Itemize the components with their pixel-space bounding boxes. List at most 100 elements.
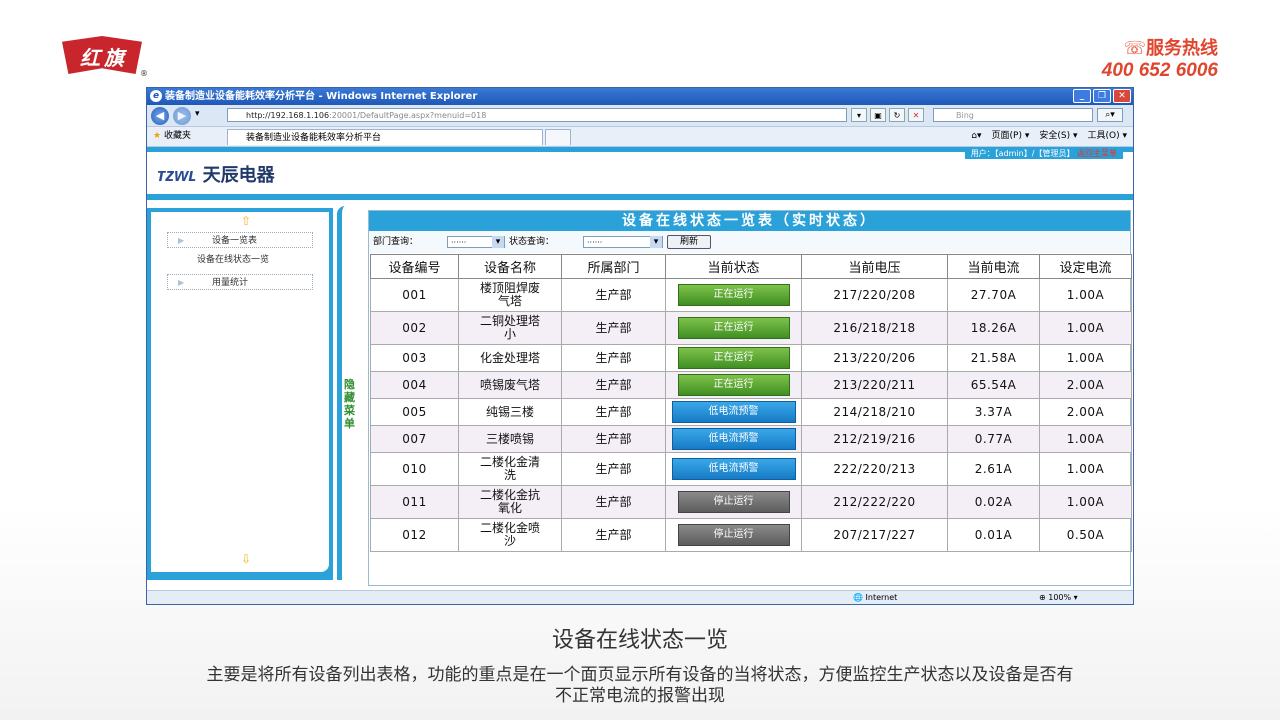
voltage-cell: 222/220/213 <box>801 452 948 486</box>
department-cell: 生产部 <box>561 452 666 486</box>
caption-description: 主要是将所有设备列出表格，功能的重点是在一个面页显示所有设备的当将状态，方便监控… <box>206 665 1074 706</box>
device-id-cell: 003 <box>370 344 459 372</box>
logo-en: ᴛzwʟ <box>157 165 197 185</box>
department-text: 生产部 <box>595 288 632 302</box>
registered-mark: ® <box>140 69 148 78</box>
home-icon[interactable]: ⌂▾ <box>971 127 981 146</box>
sidebar: ⇧ 设备一览表 设备在线状态一览 用量统计 ⇩ <box>147 208 333 580</box>
caption-title: 设备在线状态一览 <box>551 628 728 653</box>
star-icon: ★ <box>153 131 162 141</box>
sidebar-subitem-online-status[interactable]: 设备在线状态一览 <box>197 252 269 265</box>
logo-cn: 天辰电器 <box>202 165 275 186</box>
device-name-text: 喷锡废气塔 <box>479 378 540 392</box>
department-text: 生产部 <box>595 405 632 419</box>
column-header: 设备编号 <box>370 254 459 279</box>
history-dropdown-icon[interactable]: ▾ <box>195 109 200 119</box>
search-icon[interactable]: ⌕▾ <box>1097 108 1123 122</box>
device-name-text: 二铜处理塔 小 <box>479 314 540 341</box>
tool-safety[interactable]: 安全(S) ▾ <box>1039 127 1077 146</box>
device-id-cell: 011 <box>370 485 459 519</box>
set-current-cell: 0.50A <box>1039 518 1132 552</box>
device-id-cell: 012 <box>370 518 459 552</box>
refresh-icon[interactable]: ↻ <box>889 108 905 122</box>
device-name-cell: 二楼化金抗 氧化 <box>458 485 562 519</box>
voltage-cell: 217/220/208 <box>801 278 948 312</box>
device-name-cell: 楼顶阻焊废 气塔 <box>458 278 562 312</box>
set-current-text: 0.50A <box>1066 528 1105 542</box>
back-icon[interactable]: ◀ <box>151 107 169 125</box>
status-cell: 低电流预警 <box>665 425 802 453</box>
stop-icon[interactable]: ✕ <box>908 108 924 122</box>
hotline-label: ☏服务热线 <box>1123 38 1218 59</box>
zoom-control[interactable]: ⊕ 100% ▾ <box>1039 591 1078 604</box>
minimize-icon[interactable]: _ <box>1073 89 1091 103</box>
search-input[interactable]: Bing <box>933 108 1093 122</box>
department-text: 生产部 <box>595 321 632 335</box>
favorites-button[interactable]: ★ 收藏夹 <box>153 127 191 146</box>
tool-page[interactable]: 页面(P) ▾ <box>992 127 1030 146</box>
status-badge: 低电流预警 <box>671 458 796 480</box>
device-name-cell: 三楼喷锡 <box>458 425 562 453</box>
window-titlebar: e 装备制造业设备能耗效率分析平台 - Windows Internet Exp… <box>147 88 1133 105</box>
voltage-cell: 214/218/210 <box>801 398 948 426</box>
set-current-cell: 1.00A <box>1039 425 1132 453</box>
set-current-cell: 1.00A <box>1039 485 1132 519</box>
new-tab[interactable] <box>545 129 571 145</box>
url-host: http://192.168.1.106 <box>246 111 330 120</box>
device-id-cell: 005 <box>370 398 459 426</box>
url-dropdown-icon[interactable]: ▾ <box>851 108 867 122</box>
scroll-down-icon[interactable]: ⇩ <box>241 552 251 566</box>
status-cell: 正在运行 <box>665 344 802 372</box>
department-cell: 生产部 <box>561 485 666 519</box>
hotline-number: 400 652 6006 <box>1101 60 1218 81</box>
set-current-cell: 1.00A <box>1039 278 1132 312</box>
hide-menu-toggle[interactable]: 隐藏菜单 <box>337 206 357 580</box>
sidebar-item-usage-stats[interactable]: 用量统计 <box>167 274 313 291</box>
status-cell: 停止运行 <box>665 518 802 552</box>
browser-window: e 装备制造业设备能耗效率分析平台 - Windows Internet Exp… <box>146 87 1134 605</box>
device-id-cell: 001 <box>370 278 459 312</box>
table-header-row: 设备编号 设备名称 所属部门 当前状态 当前电压 当前电流 设定电流 <box>370 254 1132 279</box>
close-icon[interactable]: ✕ <box>1113 89 1131 103</box>
zoom-label: 100% <box>1048 593 1072 602</box>
maximize-icon[interactable]: ❐ <box>1093 89 1111 103</box>
device-id-text: 004 <box>402 378 427 392</box>
dept-select[interactable]: ······ <box>447 236 505 248</box>
device-id-text: 012 <box>402 528 427 542</box>
tool-tools[interactable]: 工具(O) ▾ <box>1088 127 1128 146</box>
current-text: 65.54A <box>970 378 1017 392</box>
ie-icon: e <box>150 90 162 102</box>
browser-tab[interactable]: 装备制造业设备能耗效率分析平台 <box>227 129 543 145</box>
panel-title: 设备在线状态一览表（实时状态） <box>369 211 1130 231</box>
device-id-cell: 007 <box>370 425 459 453</box>
window-title: 装备制造业设备能耗效率分析平台 - Windows Internet Explo… <box>165 91 478 102</box>
scroll-up-icon[interactable]: ⇧ <box>241 214 251 228</box>
status-badge: 正在运行 <box>677 374 790 396</box>
compat-icon[interactable]: ▣ <box>870 108 886 122</box>
forward-icon[interactable]: ▶ <box>173 107 191 125</box>
state-select[interactable]: ······ <box>583 236 663 248</box>
dept-label: 部门查询： <box>373 237 419 247</box>
back-to-main-link[interactable]: 返回主菜单 <box>1077 149 1117 158</box>
voltage-cell: 213/220/206 <box>801 344 948 372</box>
company-logo: 红旗 ® <box>62 36 148 78</box>
current-cell: 27.70A <box>947 278 1040 312</box>
voltage-text: 212/222/220 <box>833 495 916 509</box>
set-current-text: 1.00A <box>1066 288 1105 302</box>
zone-label: Internet <box>865 593 898 602</box>
voltage-cell: 213/220/211 <box>801 371 948 399</box>
device-name-text: 三楼喷锡 <box>485 432 534 446</box>
set-current-cell: 1.00A <box>1039 311 1132 345</box>
url-input[interactable]: http://192.168.1.106:20001/DefaultPage.a… <box>227 108 847 122</box>
department-cell: 生产部 <box>561 398 666 426</box>
device-name-text: 二楼化金喷 沙 <box>479 521 540 548</box>
sidebar-item-device-list[interactable]: 设备一览表 <box>167 232 313 249</box>
hotline: ☏服务热线 400 652 6006 <box>1078 34 1218 82</box>
set-current-cell: 1.00A <box>1039 452 1132 486</box>
device-id-text: 005 <box>402 405 427 419</box>
header-band <box>147 194 1133 200</box>
status-cell: 正在运行 <box>665 278 802 312</box>
refresh-button[interactable]: 刷新 <box>667 235 711 249</box>
set-current-text: 2.00A <box>1066 378 1105 392</box>
current-cell: 2.61A <box>947 452 1040 486</box>
